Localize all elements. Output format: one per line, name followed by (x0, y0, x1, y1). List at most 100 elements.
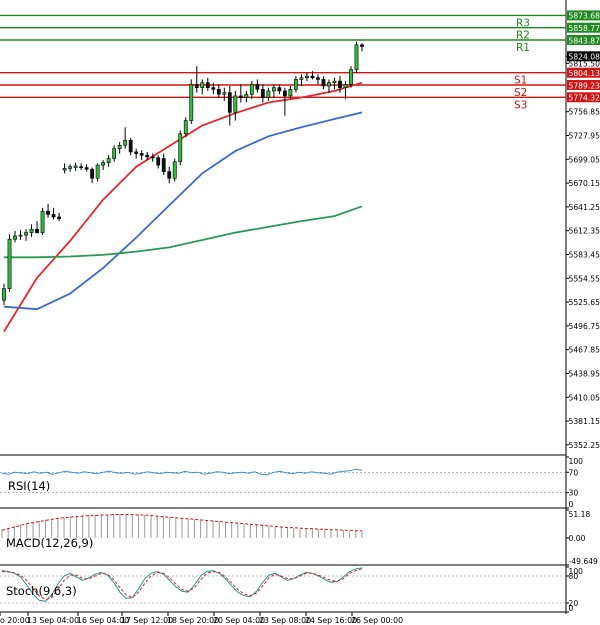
candle-body-up (112, 148, 117, 159)
candle-body-up (233, 95, 238, 113)
rsi-title: RSI(14) (8, 479, 50, 493)
macd-tick-label: 0.00 (569, 534, 586, 543)
candle-body-up (29, 229, 34, 233)
stoch-tick-label: 0 (569, 604, 574, 613)
candle-body-down (128, 140, 133, 153)
candle-body-down (90, 168, 95, 179)
time-tick-label: 13 Sep 04:00 (27, 616, 79, 625)
price-tick-label: 5815.50 (569, 59, 600, 68)
candle-body-up (18, 234, 23, 237)
candle-body-down (277, 87, 282, 92)
candle-body-up (327, 82, 331, 87)
macd-tick-label: -49.649 (569, 557, 598, 566)
level-s1-price: 5804.13 (569, 69, 600, 78)
level-r1-price: 5843.87 (569, 36, 600, 45)
level-s2-price: 5789.23 (569, 81, 600, 90)
candle-body-down (316, 77, 320, 80)
candle-body-up (249, 84, 254, 95)
candle-body-down (360, 44, 364, 47)
candle-body-up (68, 166, 72, 169)
candle-body-up (40, 210, 45, 233)
candle-body-up (354, 44, 359, 70)
candle-body-down (134, 151, 139, 154)
price-tick-label: 5670.15 (569, 179, 600, 188)
candle-body-down (194, 84, 199, 88)
candle-body-down (150, 156, 155, 159)
candle-body-up (200, 82, 205, 88)
stoch-title: Stoch(9,6,3) (6, 584, 77, 598)
candle (178, 130, 183, 166)
candle (172, 158, 177, 182)
time-tick-label: 18 Sep 20:00 (167, 616, 219, 625)
candle-body-up (222, 92, 227, 95)
candle-body-down (145, 154, 150, 158)
candle-body-up (62, 168, 67, 171)
candle-body-down (46, 210, 50, 215)
candle-body-up (266, 90, 271, 98)
price-tick-label: 5612.35 (569, 227, 600, 236)
candle-body-up (2, 288, 6, 301)
rsi-tick-label: 30 (569, 489, 579, 498)
candle-body-up (178, 133, 183, 163)
candle-body-down (161, 158, 166, 172)
candle (7, 234, 12, 292)
rsi-tick-label: 70 (569, 468, 579, 477)
candle-body-up (172, 161, 177, 179)
candle (40, 207, 45, 236)
candle-body-up (299, 77, 304, 80)
candle-body-down (35, 229, 39, 233)
time-tick-label: o 20:00 (0, 616, 30, 625)
candle-body-up (123, 140, 128, 146)
candle-body-down (57, 216, 61, 219)
level-r2-price: 5858.77 (569, 24, 600, 33)
macd-title: MACD(12,26,9) (6, 536, 93, 550)
candle-body-up (101, 162, 106, 166)
time-tick-label: 20 Sep 04:00 (213, 616, 265, 625)
candle-body-up (332, 80, 337, 84)
stoch-tick-label: 80 (569, 572, 579, 581)
price-tick-label: 5410.05 (569, 393, 600, 402)
candle-body-up (189, 84, 194, 121)
candle-body-down (310, 75, 315, 79)
level-s3-label: S3 (514, 99, 527, 111)
rsi-tick-label: 0 (569, 500, 574, 509)
candle-body-down (321, 79, 326, 87)
candle-body-down (238, 95, 243, 98)
candle-body-up (294, 79, 298, 90)
candle-body-down (211, 87, 216, 90)
level-s3-price: 5774.32 (569, 94, 600, 103)
time-tick-label: 23 Sep 08:00 (259, 616, 311, 625)
rsi-tick-label: 100 (569, 457, 584, 466)
price-tick-label: 5352.25 (569, 441, 600, 450)
candle-body-down (139, 153, 144, 156)
price-tick-label: 5554.55 (569, 274, 600, 283)
price-tick-label: 5438.95 (569, 370, 600, 379)
price-tick-label: 5381.15 (569, 417, 600, 426)
candle-body-down (282, 90, 287, 97)
candle-body-down (216, 89, 221, 95)
candle-body-up (271, 87, 276, 92)
price-tick-label: 5756.85 (569, 108, 600, 117)
candle-body-up (106, 158, 111, 163)
macd-tick-label: 51.18 (569, 510, 591, 519)
price-tick-label: 5699.05 (569, 155, 600, 164)
candle-body-down (255, 84, 260, 90)
time-tick-label: 24 Sep 16:00 (305, 616, 357, 625)
price-tick-label: 5496.75 (569, 322, 600, 331)
time-tick-label: 17 Sep 12:00 (121, 616, 173, 625)
candle (354, 41, 359, 73)
candle-body-up (73, 165, 78, 168)
candle-body-up (349, 69, 353, 85)
candle-body-up (24, 232, 28, 236)
candle-body-down (338, 80, 342, 88)
price-tick-label: 5525.65 (569, 298, 600, 307)
candle-body-down (205, 82, 210, 88)
price-tick-label: 5641.25 (569, 203, 600, 212)
candle-body-up (288, 89, 293, 97)
candle (189, 79, 194, 124)
candle-body-down (156, 157, 161, 166)
candle-body-down (167, 171, 172, 179)
candle-body-up (244, 93, 249, 98)
candle-body-up (7, 238, 12, 289)
price-tick-label: 5727.95 (569, 131, 600, 140)
